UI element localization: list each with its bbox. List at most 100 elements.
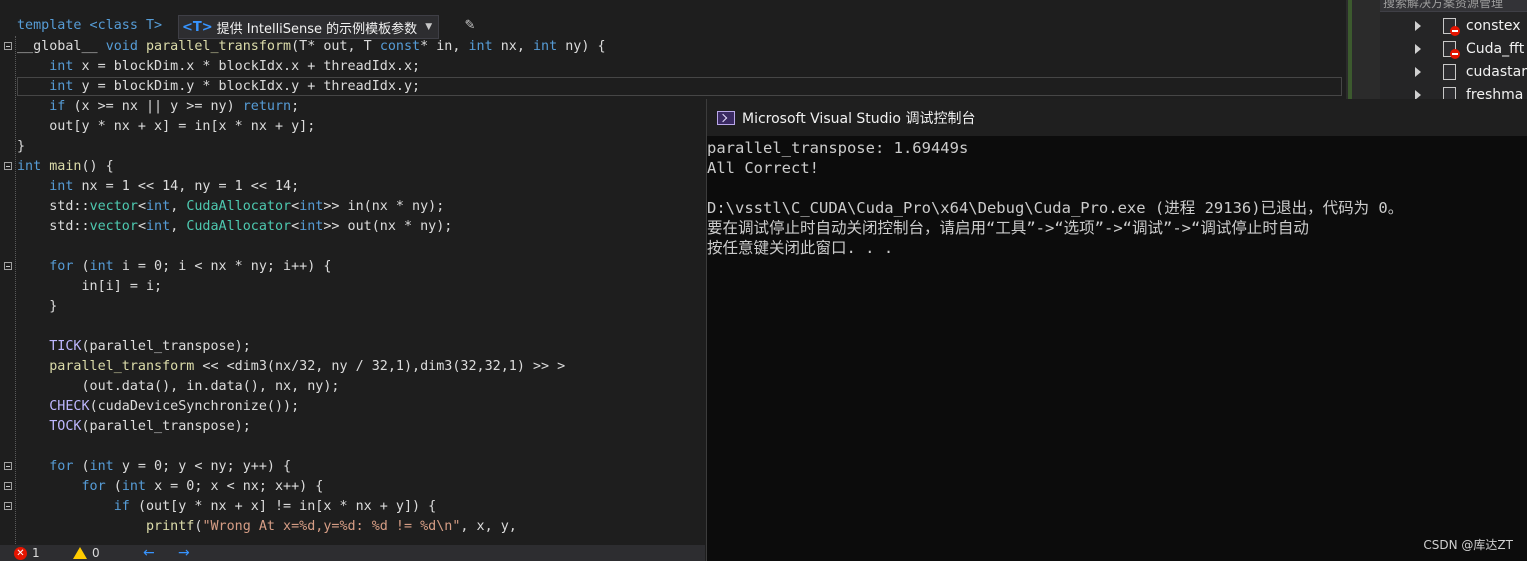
code-text: for (int i = 0; i < nx * ny; i++) {: [17, 257, 331, 277]
code-token: CudaAllocator: [186, 199, 292, 214]
expand-arrow-icon[interactable]: [1415, 21, 1421, 31]
code-token: __global__: [17, 39, 106, 54]
code-token: y = 0; y < ny; y++) {: [121, 459, 292, 474]
code-token: int: [146, 199, 171, 214]
code-token: const: [379, 39, 421, 54]
fold-toggle-icon[interactable]: [4, 262, 12, 270]
code-token: main: [49, 159, 82, 174]
code-token: (T* out, T: [291, 39, 380, 54]
arrow-left-icon[interactable]: ←: [143, 545, 155, 561]
fold-toggle-icon[interactable]: [4, 42, 12, 50]
code-token: nx,: [500, 39, 533, 54]
code-token: <: [137, 199, 146, 214]
code-text: if (out[y * nx + x] != in[x * nx + y]) {: [17, 497, 436, 517]
code-token: (parallel_transpose);: [81, 419, 251, 434]
console-line: parallel_transpose: 1.69449s: [707, 139, 969, 157]
code-token: () {: [81, 159, 114, 174]
code-token: }: [17, 139, 26, 154]
code-token: for: [49, 259, 82, 274]
code-text: TICK(parallel_transpose);: [17, 337, 251, 357]
console-output: parallel_transpose: 1.69449s All Correct!…: [707, 138, 1527, 258]
code-token: int: [533, 39, 566, 54]
template-argument-dropdown[interactable]: <T> 提供 IntelliSense 的示例模板参数 ▼: [178, 15, 440, 39]
code-token: ;: [291, 99, 300, 114]
code-text: parallel_transform << <dim3(nx/32, ny / …: [17, 357, 565, 377]
code-token: }: [17, 299, 58, 314]
template-argument-label: 提供 IntelliSense 的示例模板参数: [216, 21, 418, 37]
code-token: int: [89, 259, 122, 274]
code-token: printf: [146, 519, 195, 534]
arrow-right-icon[interactable]: →: [178, 545, 190, 561]
code-token: >> in(nx * ny);: [323, 199, 445, 214]
code-token: (: [113, 479, 122, 494]
code-token: int: [89, 459, 122, 474]
code-text: int y = blockDim.y * blockIdx.y + thread…: [17, 77, 420, 97]
code-token: <: [291, 219, 300, 234]
fold-toggle-icon[interactable]: [4, 162, 12, 170]
console-line: 要在调试停止时自动关闭控制台，请启用“工具”->“选项”->“调试”->“调试停…: [707, 219, 1309, 237]
watermark: CSDN @库达ZT: [1423, 538, 1513, 552]
code-token: (cudaDeviceSynchronize());: [89, 399, 300, 414]
error-icon: ✕: [14, 546, 27, 560]
code-token: for: [81, 479, 114, 494]
code-token: if: [49, 99, 74, 114]
code-token: (parallel_transpose);: [81, 339, 251, 354]
code-token: << <dim3(nx/32, ny / 32,1),dim3(32,32,1)…: [194, 359, 566, 374]
code-token: * in,: [420, 39, 469, 54]
code-text: for (int x = 0; x < nx; x++) {: [17, 477, 324, 497]
solution-item[interactable]: constex: [1380, 15, 1527, 37]
code-text: in[i] = i;: [17, 277, 162, 297]
template-bar: template <class T>: [17, 15, 162, 37]
visual-studio-console-icon: [717, 110, 735, 125]
code-token: int: [49, 79, 82, 94]
code-token: void: [105, 39, 146, 54]
code-token: x = blockDim.x * blockIdx.x + threadIdx.…: [81, 59, 421, 74]
chevron-down-icon: ▼: [425, 22, 433, 32]
code-text: CHECK(cudaDeviceSynchronize());: [17, 397, 299, 417]
code-token: ,: [170, 219, 187, 234]
code-token: out[y * nx + x] = in[x * nx + y];: [17, 119, 316, 134]
editor-scrollbar[interactable]: [1346, 0, 1380, 100]
warning-count[interactable]: 0: [73, 545, 100, 561]
solution-search-input[interactable]: 搜索解决方案资源管理: [1380, 0, 1527, 12]
debug-console-window[interactable]: Microsoft Visual Studio 调试控制台 parallel_t…: [706, 99, 1527, 561]
code-token: , x, y,: [460, 519, 517, 534]
code-token: >> out(nx * ny);: [323, 219, 453, 234]
fold-toggle-icon[interactable]: [4, 482, 12, 490]
code-text: int main() {: [17, 157, 114, 177]
code-token: <: [137, 219, 146, 234]
code-token: int: [121, 479, 155, 494]
code-token: int: [299, 219, 324, 234]
fold-toggle-icon[interactable]: [4, 462, 12, 470]
expand-arrow-icon[interactable]: [1415, 44, 1421, 54]
console-title-bar[interactable]: Microsoft Visual Studio 调试控制台: [707, 99, 1527, 136]
pencil-icon[interactable]: ✎: [461, 15, 479, 37]
error-count-value: 1: [32, 546, 40, 560]
solution-item[interactable]: cudastar: [1380, 61, 1527, 83]
code-token: ,: [170, 199, 187, 214]
code-token: int: [468, 39, 501, 54]
fold-toggle-icon[interactable]: [4, 502, 12, 510]
code-token: <: [291, 199, 300, 214]
code-token: i = 0; i < nx * ny; i++) {: [121, 259, 332, 274]
code-token: int: [49, 179, 82, 194]
expand-arrow-icon[interactable]: [1415, 67, 1421, 77]
error-count[interactable]: ✕ 1: [14, 545, 40, 561]
code-token: "Wrong At x=%d,y=%d: %d != %d\n": [202, 519, 461, 534]
template-badge: <T>: [182, 19, 213, 35]
solution-item[interactable]: Cuda_fft: [1380, 38, 1527, 60]
code-text: std::vector<int, CudaAllocator<int>> in(…: [17, 197, 444, 217]
code-text: int nx = 1 << 14, ny = 1 << 14;: [17, 177, 299, 197]
code-text: std::vector<int, CudaAllocator<int>> out…: [17, 217, 452, 237]
warning-count-value: 0: [92, 546, 100, 560]
console-line: D:\vsstl\C_CUDA\Cuda_Pro\x64\Debug\Cuda_…: [707, 199, 1404, 217]
editor-status-bar: ✕ 1 0 ← →: [0, 545, 705, 561]
